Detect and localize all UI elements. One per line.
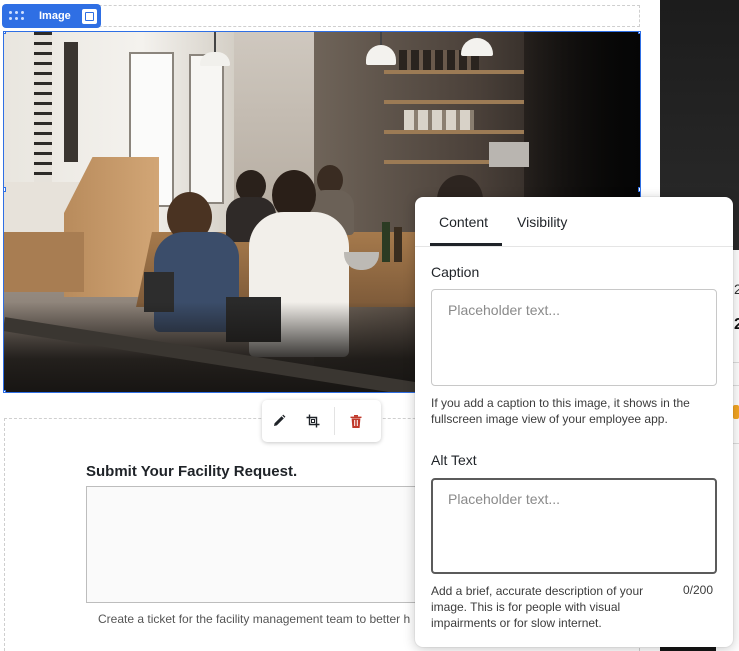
resize-handle[interactable] bbox=[638, 32, 640, 34]
pencil-icon bbox=[274, 414, 286, 426]
request-textarea[interactable] bbox=[86, 486, 426, 603]
form-help-text: Create a ticket for the facility managem… bbox=[98, 612, 411, 626]
resize-handle[interactable] bbox=[4, 390, 6, 392]
image-block-badge[interactable]: Image bbox=[2, 4, 101, 28]
resize-handle[interactable] bbox=[4, 32, 6, 34]
alt-text-field[interactable] bbox=[431, 478, 717, 574]
edit-button[interactable] bbox=[262, 400, 296, 442]
tab-content[interactable]: Content bbox=[439, 214, 488, 230]
grip-icon[interactable] bbox=[9, 10, 29, 22]
background-peek-text: 2 bbox=[734, 281, 739, 297]
image-settings-panel: Content Visibility Caption If you add a … bbox=[415, 197, 733, 647]
caption-help-text: If you add a caption to this image, it s… bbox=[431, 396, 690, 426]
form-title: Submit Your Facility Request. bbox=[86, 463, 298, 480]
crop-button[interactable] bbox=[296, 400, 330, 442]
caption-label: Caption bbox=[431, 264, 480, 280]
tab-visibility[interactable]: Visibility bbox=[517, 214, 567, 230]
crop-icon bbox=[306, 414, 320, 428]
active-tab-indicator bbox=[430, 243, 502, 246]
caption-field[interactable] bbox=[431, 289, 717, 386]
alt-text-label: Alt Text bbox=[431, 452, 477, 468]
background-peek-text: 2 bbox=[734, 316, 739, 333]
character-counter: 0/200 bbox=[683, 583, 714, 597]
block-type-label: Image bbox=[39, 10, 71, 22]
panel-tabs: Content Visibility bbox=[415, 197, 733, 247]
delete-button[interactable] bbox=[339, 400, 373, 442]
alt-text-help-text: Add a brief, accurate description of you… bbox=[431, 584, 644, 630]
image-toolbar bbox=[262, 400, 381, 442]
resize-handle[interactable] bbox=[638, 187, 640, 192]
resize-handle[interactable] bbox=[4, 187, 6, 192]
toolbar-divider bbox=[334, 407, 335, 435]
trash-icon bbox=[350, 414, 362, 428]
square-icon[interactable] bbox=[81, 8, 97, 24]
background-badge bbox=[733, 405, 739, 419]
